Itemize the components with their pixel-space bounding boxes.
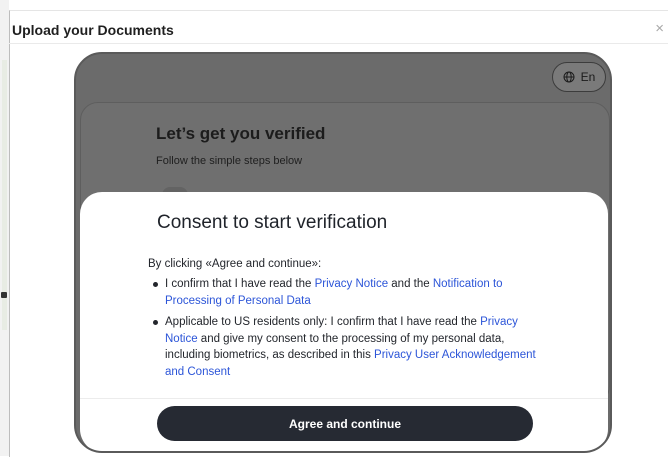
background-accent bbox=[2, 60, 7, 330]
agree-and-continue-button[interactable]: Agree and continue bbox=[157, 406, 533, 441]
background-marker bbox=[1, 292, 7, 298]
background-title: Let’s get you verified bbox=[156, 124, 326, 143]
header-divider bbox=[9, 43, 668, 44]
language-label: En bbox=[580, 70, 596, 84]
consent-text: I confirm that I have read the bbox=[165, 278, 315, 290]
consent-list: I confirm that I have read the Privacy N… bbox=[148, 276, 538, 385]
close-icon[interactable]: × bbox=[655, 20, 664, 37]
consent-item-us-residents: Applicable to US residents only: I confi… bbox=[148, 314, 538, 380]
sheet-divider bbox=[80, 398, 608, 399]
consent-item-privacy: I confirm that I have read the Privacy N… bbox=[148, 276, 538, 309]
privacy-notice-link[interactable]: Privacy Notice bbox=[315, 278, 389, 290]
consent-text: Applicable to US residents only: I confi… bbox=[165, 316, 481, 328]
language-button[interactable]: En bbox=[552, 62, 606, 92]
consent-lead: By clicking «Agree and continue»: bbox=[148, 258, 322, 270]
consent-text: and the bbox=[388, 278, 433, 290]
verification-frame: Let’s get you verified Follow the simple… bbox=[74, 52, 612, 453]
dialog-title: Upload your Documents bbox=[12, 22, 174, 38]
consent-title: Consent to start verification bbox=[157, 212, 388, 233]
background-subtitle: Follow the simple steps below bbox=[156, 155, 303, 167]
globe-icon bbox=[563, 71, 575, 83]
consent-sheet: Consent to start verification By clickin… bbox=[80, 192, 608, 451]
background-page-edge bbox=[0, 0, 9, 456]
